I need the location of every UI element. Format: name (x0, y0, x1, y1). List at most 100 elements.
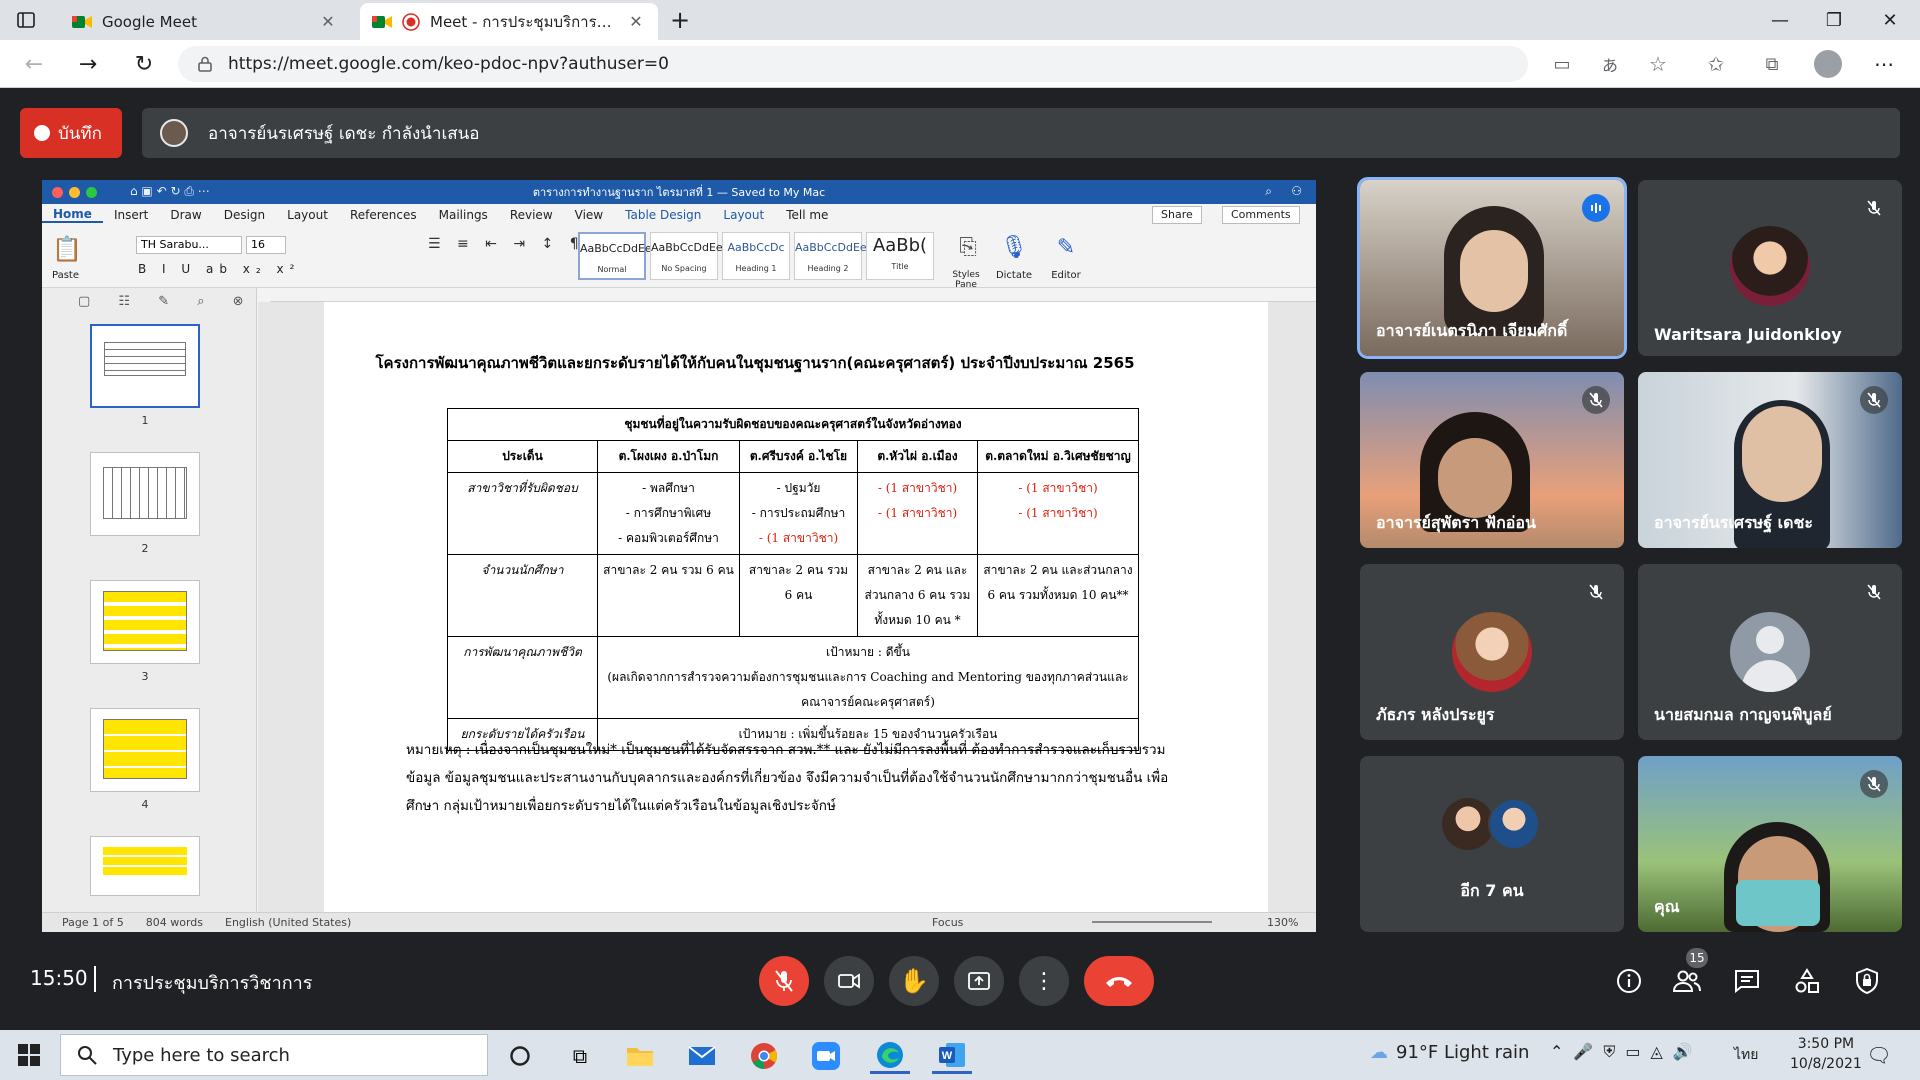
tab-meet-active[interactable]: Meet - การประชุมบริการวิชาการ ✕ (360, 3, 658, 40)
style-title[interactable]: AaBb(Title (866, 232, 934, 280)
status-page[interactable]: Page 1 of 5 (62, 916, 124, 929)
record-indicator[interactable]: บันทึก (20, 108, 122, 158)
ribbon-tab-table-design[interactable]: Table Design (614, 208, 712, 222)
tab-actions-icon[interactable] (16, 10, 36, 30)
profile-avatar[interactable] (1814, 50, 1842, 78)
dictate-button[interactable]: Dictate (994, 270, 1034, 281)
format-buttons[interactable]: B I U ab x₂ x² (138, 262, 300, 276)
ribbon-tab-insert[interactable]: Insert (103, 208, 159, 222)
styles-pane-icon[interactable]: ⎘ (954, 232, 982, 262)
present-screen-button[interactable] (954, 956, 1004, 1006)
tab-close-icon[interactable]: ✕ (318, 12, 338, 31)
weather-widget[interactable]: ☁ 91°F Light rain (1370, 1042, 1529, 1063)
editor-button[interactable]: Editor (1046, 270, 1086, 281)
input-language[interactable]: ไทย (1734, 1044, 1758, 1066)
font-name-select[interactable]: TH Sarabu... (136, 236, 242, 254)
style-normal[interactable]: AaBbCcDdEe Normal (578, 232, 652, 280)
more-options-button[interactable]: ⋮ (1019, 956, 1069, 1006)
page-thumbnail-3[interactable] (90, 580, 200, 664)
minimize-icon[interactable]: — (1758, 4, 1802, 36)
quick-access-icons[interactable]: ⌂ ▣ ↶ ↻ ⎙ ⋯ (130, 184, 210, 199)
collections-icon[interactable]: ⧉ (1760, 52, 1784, 76)
horizontal-ruler[interactable] (270, 288, 1316, 302)
style-heading2[interactable]: AaBbCcDdEe Heading 2 (794, 232, 867, 280)
font-size-select[interactable]: 16 (246, 236, 286, 254)
tray-icons[interactable]: ⌃🎤⛨▭◬🔊 (1550, 1042, 1703, 1062)
participant-tile[interactable]: คุณ (1638, 756, 1902, 932)
close-window-icon[interactable]: ✕ (1868, 4, 1912, 36)
paragraph-buttons[interactable]: ☰ ≡ ⇤ ⇥ ↕ ¶ (428, 236, 585, 252)
translate-icon[interactable]: あ (1598, 52, 1622, 76)
nav-pane-icons[interactable]: ▢ ☷ ✎ ⌕ ⊗ (78, 294, 256, 309)
ribbon-tab-mailings[interactable]: Mailings (428, 208, 499, 222)
page-thumbnail-5[interactable] (90, 836, 200, 896)
tab-close-icon[interactable]: ✕ (626, 12, 646, 31)
status-zoom[interactable]: 130% (1267, 916, 1298, 929)
people-icon[interactable] (1672, 966, 1702, 996)
mac-minimize-icon[interactable] (69, 187, 80, 198)
taskbar-search-input[interactable]: Type here to search (60, 1034, 488, 1076)
windows-start-icon[interactable] (16, 1042, 42, 1068)
participant-tile[interactable]: อาจารย์นรเศรษฐ์ เดชะ (1638, 372, 1902, 548)
mac-zoom-icon[interactable] (86, 187, 97, 198)
style-heading1[interactable]: AaBbCcDc Heading 1 (722, 232, 790, 280)
participant-tile[interactable]: อาจารย์เนตรนิภา เจียมศักดิ์ (1357, 177, 1627, 359)
word-search-icon[interactable]: ⌕ (1265, 184, 1272, 199)
status-language[interactable]: English (United States) (225, 916, 351, 929)
reload-icon[interactable]: ↻ (132, 52, 156, 77)
cortana-icon[interactable] (500, 1038, 540, 1074)
meeting-info-icon[interactable] (1614, 966, 1644, 996)
raise-hand-button[interactable]: ✋ (889, 956, 939, 1006)
participant-tile[interactable]: อาจารย์สุพัตรา ฟักอ่อน (1360, 372, 1624, 548)
end-call-button[interactable] (1084, 956, 1154, 1006)
ribbon-tab-tell-me[interactable]: Tell me (775, 208, 839, 222)
zoom-slider[interactable] (1092, 921, 1212, 923)
ribbon-tab-table-layout[interactable]: Layout (712, 208, 775, 222)
share-button[interactable]: Share (1152, 206, 1202, 224)
favorite-add-icon[interactable]: ☆ (1646, 52, 1670, 76)
new-tab-icon[interactable]: + (668, 6, 692, 34)
ribbon-tab-design[interactable]: Design (213, 208, 276, 222)
edge-icon[interactable] (870, 1038, 910, 1074)
styles-pane-button[interactable]: Styles Pane (946, 270, 986, 290)
status-focus[interactable]: Focus (932, 916, 963, 929)
camera-toggle-button[interactable] (824, 956, 874, 1006)
ribbon-tab-layout[interactable]: Layout (276, 208, 339, 222)
host-controls-icon[interactable] (1852, 966, 1882, 996)
participant-tile[interactable]: Waritsara Juidonkloy (1638, 180, 1902, 356)
mail-icon[interactable] (682, 1038, 722, 1074)
favorites-icon[interactable]: ✩ (1704, 52, 1728, 76)
forward-icon[interactable]: → (76, 52, 100, 77)
more-menu-icon[interactable]: ⋯ (1872, 52, 1896, 76)
zoom-app-icon[interactable] (806, 1038, 846, 1074)
participant-tile[interactable]: นายสมกมล กาญจนพิบูลย์ (1638, 564, 1902, 740)
comments-button[interactable]: Comments (1222, 206, 1300, 224)
address-bar[interactable]: https://meet.google.com/keo-pdoc-npv?aut… (178, 46, 1528, 82)
tab-google-meet[interactable]: Google Meet ✕ (60, 3, 350, 40)
participant-tile[interactable]: ภัธภร หลังประยูร (1360, 564, 1624, 740)
chat-icon[interactable] (1732, 966, 1762, 996)
style-no-spacing[interactable]: AaBbCcDdEe No Spacing (650, 232, 723, 280)
ribbon-tab-references[interactable]: References (339, 208, 428, 222)
word-app-icon[interactable]: W (932, 1038, 972, 1074)
page-thumbnail-4[interactable] (90, 708, 200, 792)
back-icon[interactable]: ← (22, 52, 46, 77)
page-thumbnail-1[interactable] (90, 324, 200, 408)
camera-icon[interactable]: ▭ (1550, 52, 1574, 76)
ribbon-tab-review[interactable]: Review (499, 208, 564, 222)
dictate-icon[interactable]: 🎙 (1000, 232, 1028, 262)
ribbon-tab-view[interactable]: View (564, 208, 614, 222)
paste-icon[interactable]: 📋 (50, 232, 84, 266)
notifications-icon[interactable]: 🗨 (1866, 1042, 1892, 1068)
activities-icon[interactable] (1792, 966, 1822, 996)
chrome-icon[interactable] (744, 1038, 784, 1074)
editor-icon[interactable]: ✎ (1052, 232, 1080, 262)
ribbon-tab-draw[interactable]: Draw (159, 208, 212, 222)
task-view-icon[interactable]: ⧉ (560, 1038, 600, 1074)
system-clock[interactable]: 3:50 PM 10/8/2021 (1790, 1034, 1862, 1074)
status-words[interactable]: 804 words (146, 916, 203, 929)
mac-close-icon[interactable] (52, 187, 63, 198)
word-share-icon[interactable]: ⚇ (1291, 184, 1302, 198)
ribbon-tab-home[interactable]: Home (42, 207, 103, 223)
maximize-icon[interactable]: ❐ (1812, 4, 1856, 36)
